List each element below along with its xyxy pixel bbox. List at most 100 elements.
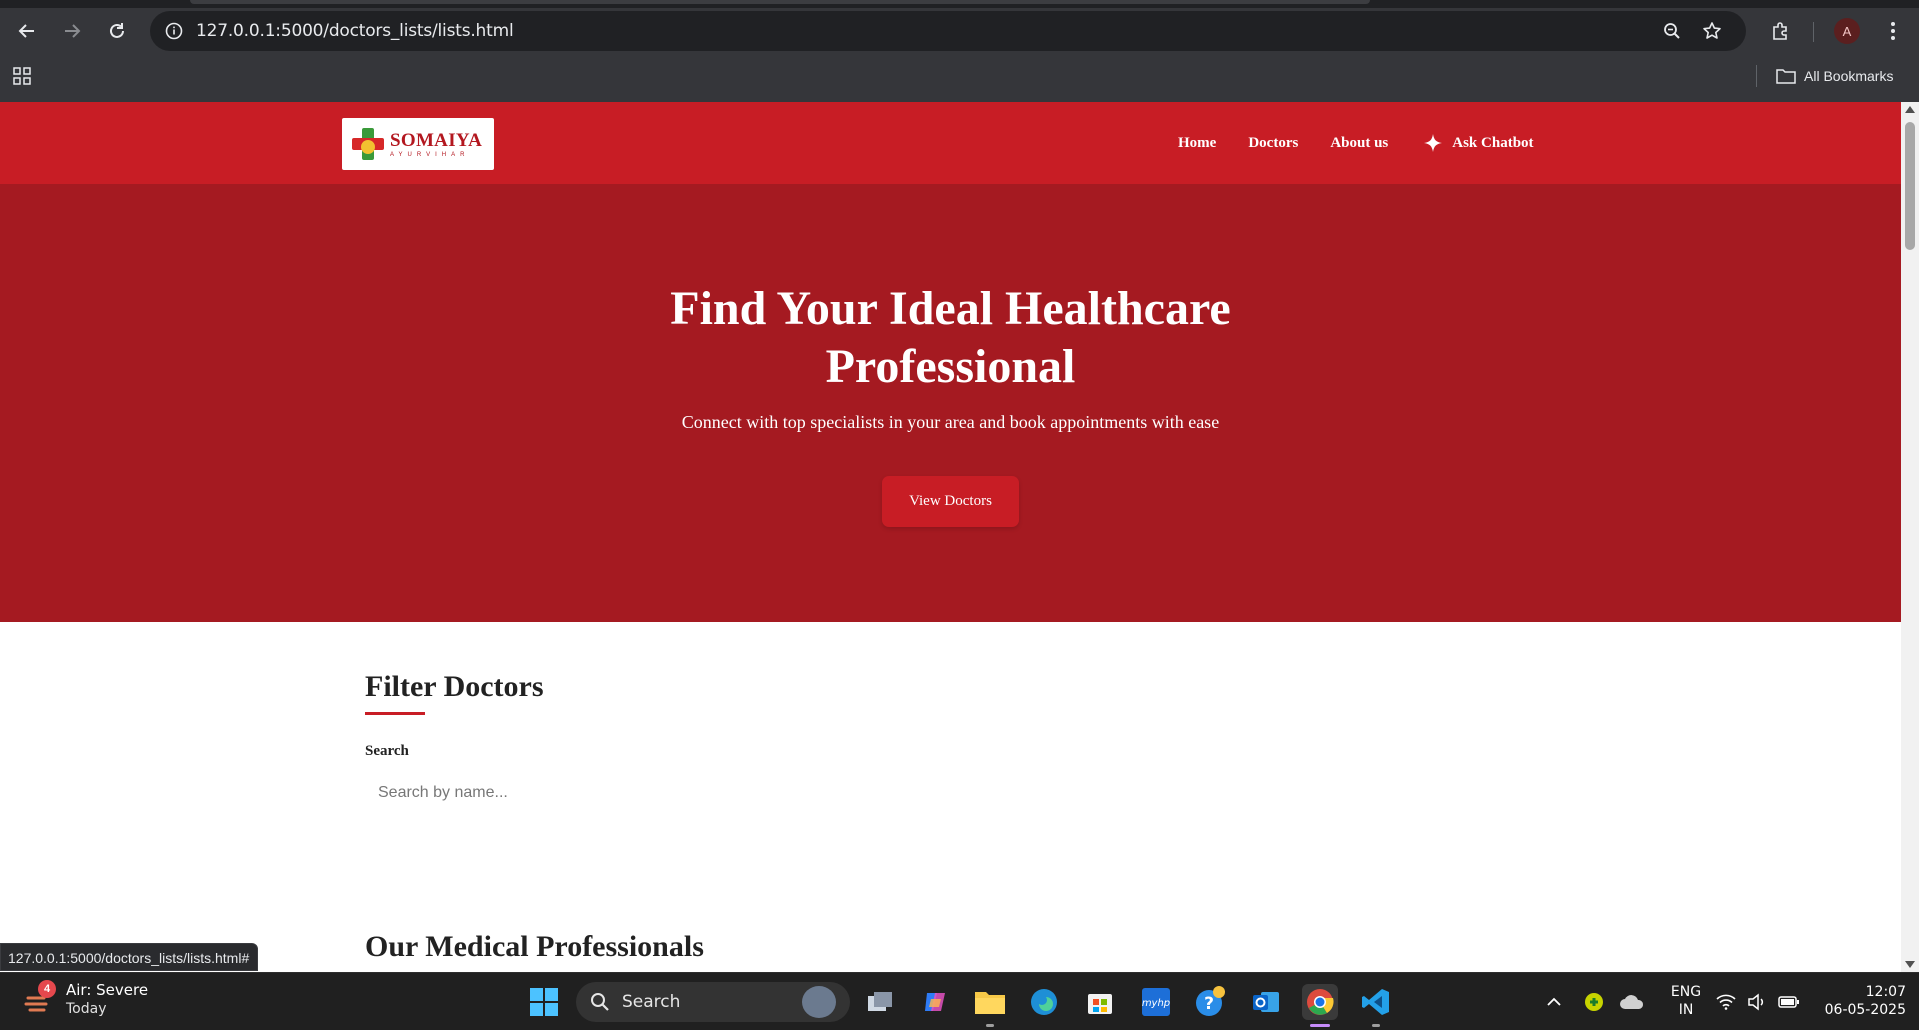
- taskbar-search[interactable]: Search: [576, 982, 850, 1022]
- back-button[interactable]: [10, 14, 44, 48]
- taskbar-search-label: Search: [622, 992, 681, 1012]
- chrome-icon: [1307, 989, 1334, 1015]
- sparkle-icon: [1424, 134, 1443, 152]
- outlook-button[interactable]: [1248, 984, 1284, 1020]
- browser-chrome: 127.0.0.1:5000/doctors_lists/lists.html …: [0, 0, 1919, 102]
- forward-button[interactable]: [55, 14, 89, 48]
- link-status-bubble: 127.0.0.1:5000/doctors_lists/lists.html#: [0, 943, 259, 971]
- language-top: ENG: [1670, 984, 1702, 1000]
- edge-icon: [1031, 989, 1057, 1015]
- running-indicator: [1372, 1024, 1380, 1027]
- search-icon: [591, 993, 609, 1011]
- vscode-button[interactable]: [1358, 984, 1394, 1020]
- myhp-button[interactable]: myhp: [1138, 984, 1174, 1020]
- weather-subtitle: Today: [66, 1001, 107, 1017]
- weather-widget[interactable]: 4 Air: Severe Today: [24, 980, 149, 1019]
- nav-doctors[interactable]: Doctors: [1248, 135, 1298, 152]
- svg-text:myhp: myhp: [1142, 998, 1170, 1009]
- store-icon: [1088, 994, 1112, 1014]
- logo-subtext: AYURVIHAR: [390, 151, 470, 158]
- puzzle-icon: [1773, 22, 1787, 40]
- scroll-down-arrow-icon[interactable]: [1905, 961, 1915, 968]
- weather-title: Air: Severe: [66, 981, 149, 999]
- title-underline: [365, 712, 425, 715]
- outlook-icon: [1253, 992, 1279, 1012]
- ask-chatbot-button[interactable]: Ask Chatbot: [1424, 134, 1534, 152]
- site-info-icon[interactable]: [160, 17, 188, 45]
- volume-icon: [1748, 993, 1764, 1011]
- chevron-up-icon: [1547, 997, 1561, 1006]
- running-indicator: [986, 1024, 994, 1027]
- url-text[interactable]: 127.0.0.1:5000/doctors_lists/lists.html: [196, 11, 514, 51]
- reload-button[interactable]: [100, 14, 134, 48]
- weather-badge: 4: [38, 980, 56, 998]
- wifi-icon: [1716, 994, 1736, 1010]
- more-vert-icon: [1891, 22, 1895, 40]
- page-viewport: SOMAIYA AYURVIHAR Home Doctors About us …: [0, 102, 1901, 972]
- vscode-icon: [1362, 989, 1389, 1015]
- menu-button[interactable]: [1876, 14, 1910, 48]
- task-view-icon: [868, 992, 892, 1011]
- folder-icon: [975, 992, 1005, 1014]
- professionals-title: Our Medical Professionals: [365, 930, 704, 963]
- nav-about-us[interactable]: About us: [1330, 135, 1388, 152]
- filter-title: Filter Doctors: [365, 670, 544, 703]
- page-scrollbar[interactable]: [1901, 102, 1919, 972]
- clock[interactable]: 12:07 06-05-2025: [1808, 983, 1906, 1019]
- address-bar[interactable]: 127.0.0.1:5000/doctors_lists/lists.html: [150, 11, 1746, 51]
- site-header: SOMAIYA AYURVIHAR Home Doctors About us …: [0, 102, 1901, 184]
- hero-title: Find Your Ideal Healthcare Professional: [670, 282, 1231, 393]
- windows-logo-icon: [530, 988, 558, 1016]
- edge-button[interactable]: [1026, 984, 1062, 1020]
- air-quality-icon: 4: [24, 980, 56, 1016]
- search-label: Search: [365, 743, 409, 759]
- hero-subtitle: Connect with top specialists in your are…: [681, 412, 1220, 432]
- nav-home[interactable]: Home: [1178, 135, 1216, 152]
- main-nav: Home Doctors About us Ask Chatbot: [1178, 102, 1534, 184]
- search-input[interactable]: [365, 778, 785, 808]
- filter-section: Filter Doctors Search: [365, 670, 1535, 808]
- browser-toolbar: 127.0.0.1:5000/doctors_lists/lists.html …: [0, 8, 1919, 54]
- zoom-icon[interactable]: [1658, 17, 1686, 45]
- scroll-up-arrow-icon[interactable]: [1905, 106, 1915, 113]
- onedrive-button[interactable]: [1614, 984, 1650, 1020]
- arrow-left-icon: [18, 24, 34, 38]
- site-logo[interactable]: SOMAIYA AYURVIHAR: [342, 118, 494, 170]
- microsoft-store-button[interactable]: [1082, 984, 1118, 1020]
- apps-grid-icon[interactable]: [12, 66, 32, 91]
- tray-overflow-button[interactable]: [1536, 984, 1572, 1020]
- help-button[interactable]: ?: [1192, 984, 1228, 1020]
- scrollbar-thumb[interactable]: [1905, 122, 1915, 250]
- logo-brand: SOMAIYA: [390, 129, 483, 151]
- help-icon: ?: [1196, 986, 1225, 1016]
- hero-section: Find Your Ideal Healthcare Professional …: [0, 184, 1901, 622]
- svg-text:?: ?: [1204, 994, 1214, 1014]
- search-highlight-image: [802, 986, 836, 1018]
- chrome-button[interactable]: [1302, 984, 1338, 1020]
- clock-time: 12:07: [1865, 984, 1906, 1000]
- bookmark-star-icon[interactable]: [1698, 17, 1726, 45]
- task-view-button[interactable]: [862, 984, 898, 1020]
- copilot-button[interactable]: [918, 984, 954, 1020]
- logo-cross-icon: [350, 126, 386, 162]
- all-bookmarks-label: All Bookmarks: [1804, 68, 1894, 84]
- battery-icon: [1778, 996, 1800, 1008]
- active-indicator: [1310, 1024, 1330, 1027]
- language-indicator[interactable]: ENG IN: [1664, 983, 1708, 1019]
- tray-app-button[interactable]: [1576, 984, 1612, 1020]
- start-button[interactable]: [526, 984, 562, 1020]
- quick-settings-button[interactable]: [1710, 984, 1806, 1020]
- profile-avatar[interactable]: A: [1834, 18, 1860, 44]
- toolbar-divider: [1813, 22, 1814, 42]
- cloud-icon: [1620, 995, 1644, 1009]
- tab-strip: [0, 0, 1919, 8]
- copilot-icon: [925, 993, 945, 1011]
- language-bottom: IN: [1678, 1002, 1694, 1018]
- folder-icon: [1776, 69, 1796, 84]
- all-bookmarks-button[interactable]: All Bookmarks: [1776, 64, 1893, 88]
- bookmarks-divider: [1756, 65, 1757, 87]
- file-explorer-button[interactable]: [972, 984, 1008, 1020]
- view-doctors-button[interactable]: View Doctors: [882, 476, 1019, 527]
- windows-taskbar: 4 Air: Severe Today Search myhp ? ENG IN…: [0, 972, 1919, 1030]
- extensions-button[interactable]: [1764, 14, 1798, 48]
